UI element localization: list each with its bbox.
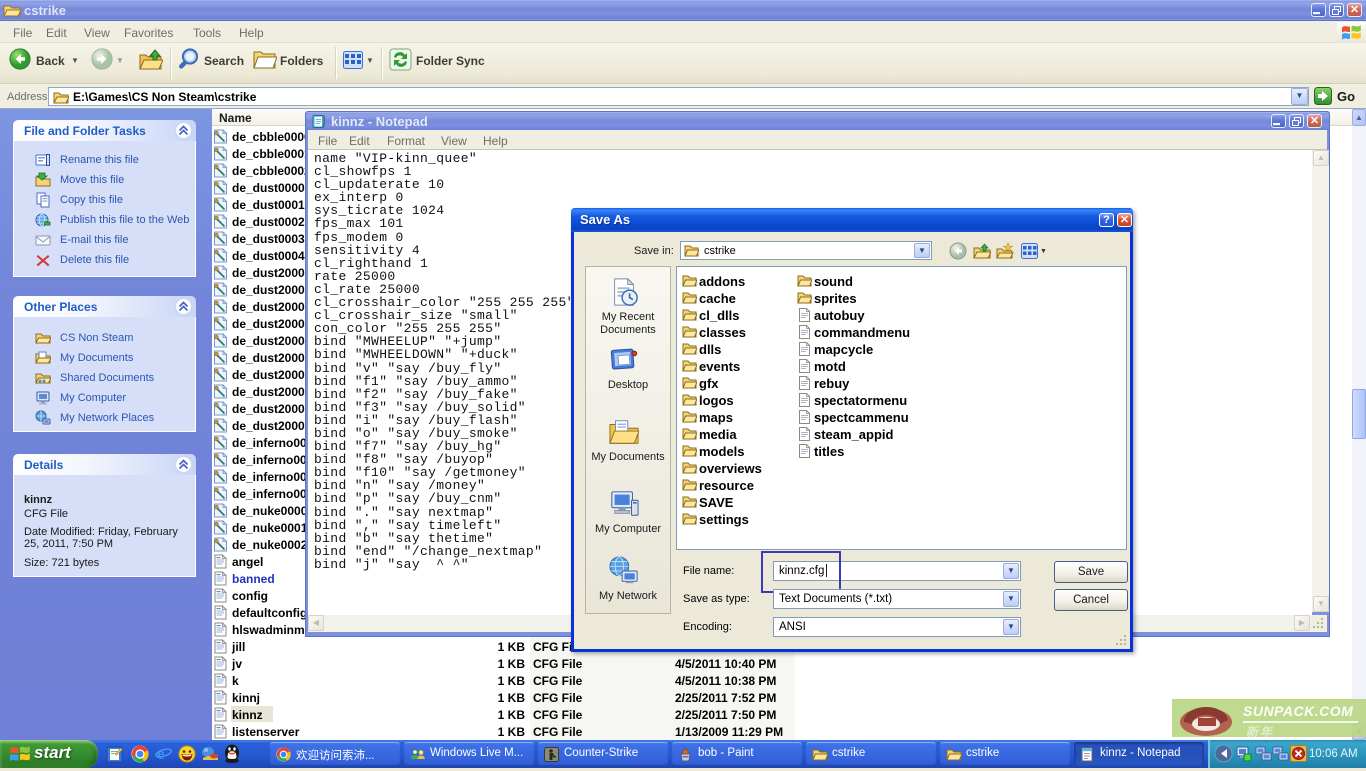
svg-text:e: e	[157, 745, 165, 762]
